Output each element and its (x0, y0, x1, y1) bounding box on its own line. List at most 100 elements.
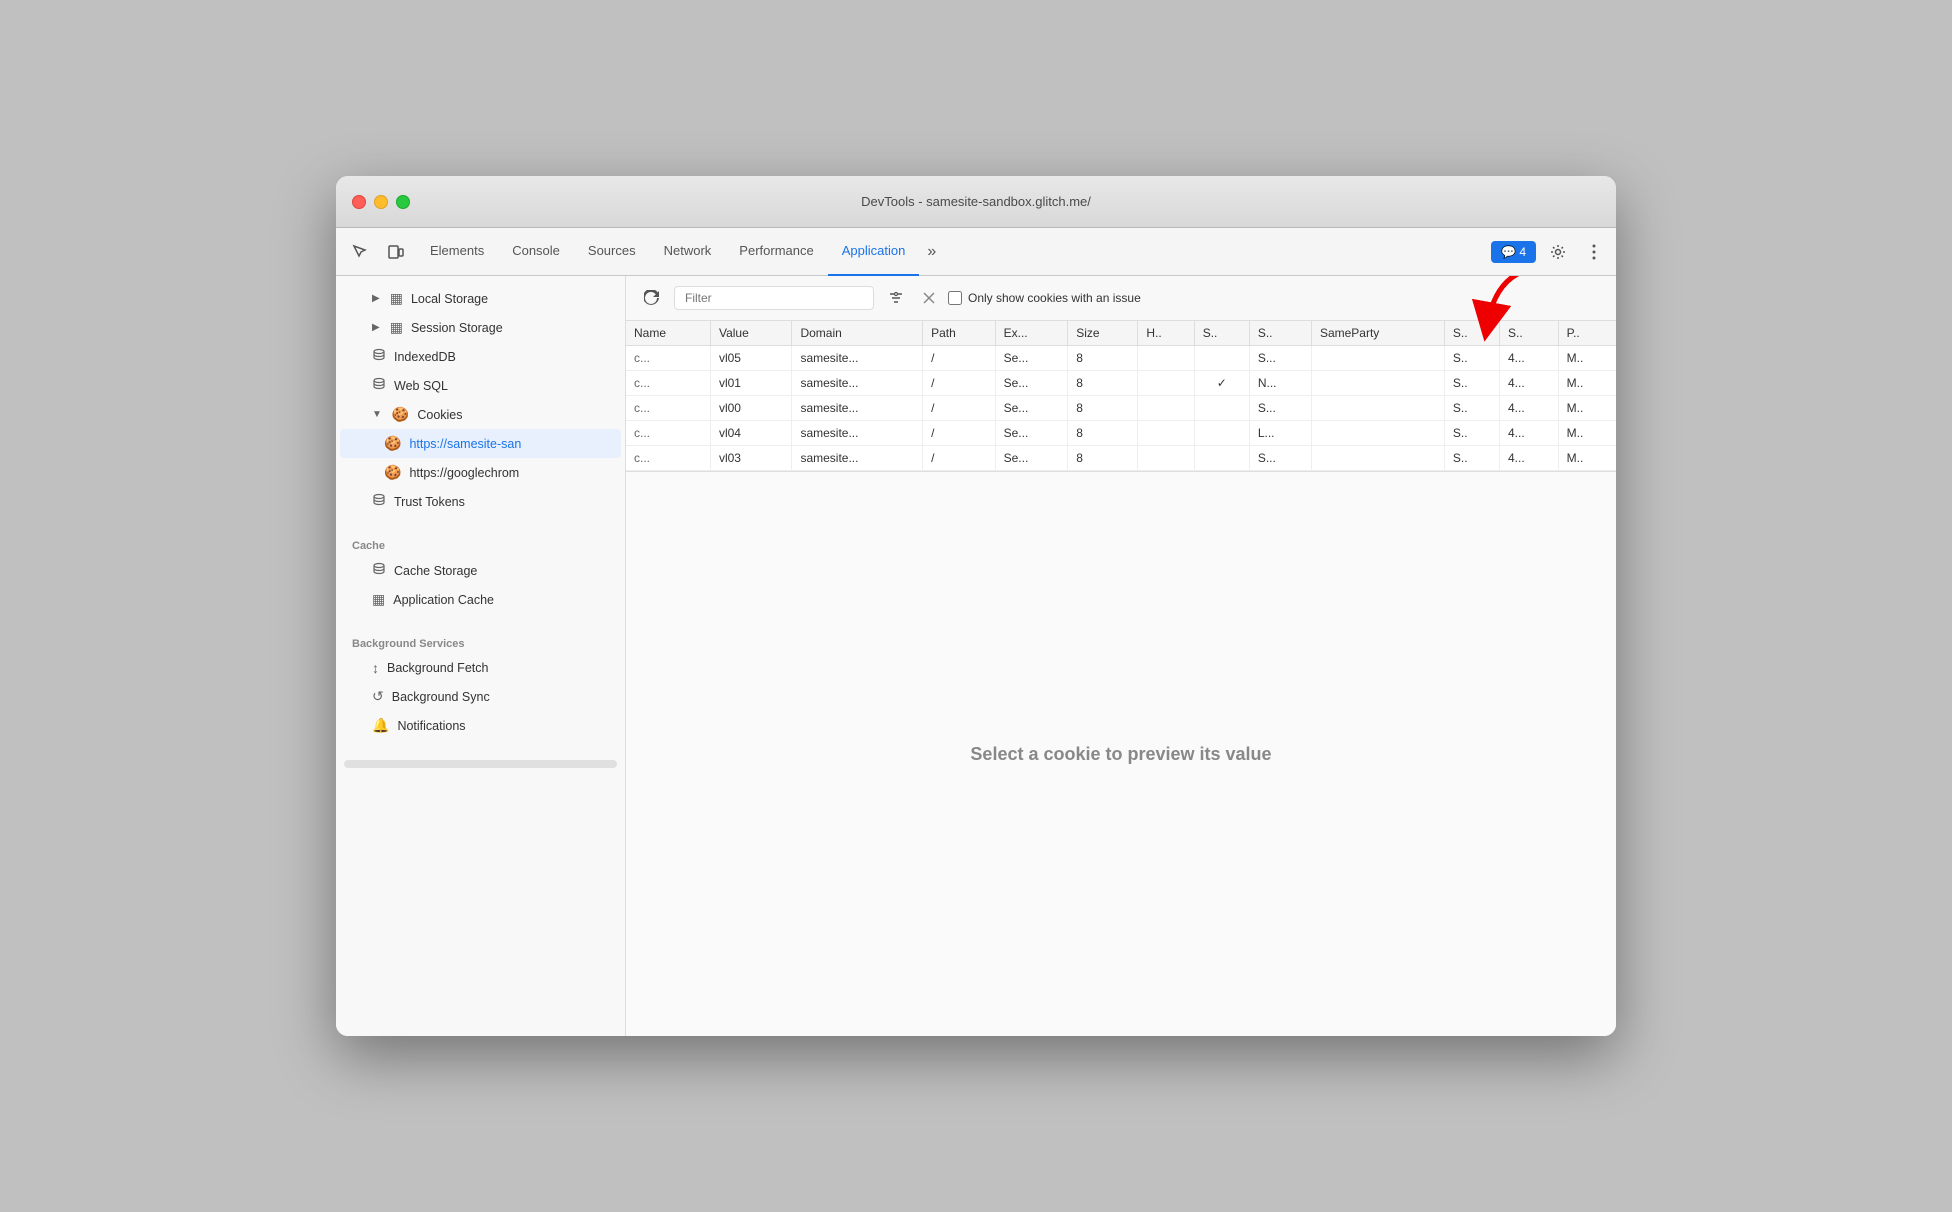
sidebar-label: Trust Tokens (394, 495, 465, 509)
table-row[interactable]: c...vl03samesite.../Se...8S...S..4...M.. (626, 446, 1616, 471)
col-expires-header[interactable]: Ex... (995, 321, 1068, 346)
local-storage-icon: ▦ (390, 290, 403, 307)
sidebar-item-cache-storage[interactable]: Cache Storage (340, 556, 621, 585)
cookie-table-wrapper: Name Value Domain Path Ex... Size H.. S.… (626, 321, 1616, 472)
notifications-icon: 🔔 (372, 717, 389, 734)
sidebar-label: https://samesite-san (409, 437, 521, 451)
tab-console[interactable]: Console (498, 228, 574, 276)
col-sameparty-header[interactable]: SameParty (1311, 321, 1444, 346)
window-title: DevTools - samesite-sandbox.glitch.me/ (861, 194, 1091, 209)
minimize-button[interactable] (374, 195, 388, 209)
settings-icon[interactable] (1544, 238, 1572, 266)
close-button[interactable] (352, 195, 366, 209)
sidebar-item-application-cache[interactable]: ▦ Application Cache (340, 585, 621, 614)
sidebar-label: Application Cache (393, 593, 494, 607)
toolbar-wrapper: Only show cookies with an issue (626, 276, 1616, 321)
col-secure-header[interactable]: S.. (1194, 321, 1249, 346)
more-tabs-button[interactable]: » (919, 228, 944, 276)
sidebar-label: Web SQL (394, 379, 448, 393)
only-issues-label[interactable]: Only show cookies with an issue (948, 291, 1141, 305)
tab-sources[interactable]: Sources (574, 228, 650, 276)
table-row[interactable]: c...vl00samesite.../Se...8S...S..4...M.. (626, 396, 1616, 421)
background-sync-icon: ↺ (372, 688, 384, 705)
sidebar-label: Cookies (417, 408, 462, 422)
inspect-icon[interactable] (344, 236, 376, 268)
only-issues-checkbox[interactable] (948, 291, 962, 305)
refresh-button[interactable] (638, 284, 666, 312)
collapse-arrow-icon: ▼ (372, 409, 382, 420)
sidebar-item-indexeddb[interactable]: IndexedDB (340, 342, 621, 371)
tabbar-right: 💬 4 (1491, 238, 1608, 266)
sidebar-label: Background Sync (392, 690, 490, 704)
sidebar-item-background-sync[interactable]: ↺ Background Sync (340, 682, 621, 711)
filter-options-icon[interactable] (882, 284, 910, 312)
cache-section-header: Cache (336, 528, 625, 556)
cookies-icon: 🍪 (392, 406, 409, 423)
sidebar: ▶ ▦ Local Storage ▶ ▦ Session Storage In… (336, 276, 626, 1036)
bg-services-section-header: Background Services (336, 626, 625, 654)
cookie-table: Name Value Domain Path Ex... Size H.. S.… (626, 321, 1616, 471)
col-name-header[interactable]: Name (626, 321, 710, 346)
table-header-row: Name Value Domain Path Ex... Size H.. S.… (626, 321, 1616, 346)
col-samesite-header[interactable]: S.. (1249, 321, 1311, 346)
session-storage-icon: ▦ (390, 319, 403, 336)
tab-application[interactable]: Application (828, 228, 920, 276)
content-area: Only show cookies with an issue (626, 276, 1616, 1036)
toolbar: Only show cookies with an issue (626, 276, 1616, 321)
indexeddb-icon (372, 348, 386, 365)
titlebar: DevTools - samesite-sandbox.glitch.me/ (336, 176, 1616, 228)
sidebar-label: Notifications (397, 719, 465, 733)
sidebar-label: Cache Storage (394, 564, 477, 578)
device-icon[interactable] (380, 236, 412, 268)
sidebar-label: IndexedDB (394, 350, 456, 364)
col-s3-header[interactable]: S.. (1444, 321, 1499, 346)
table-row[interactable]: c...vl05samesite.../Se...8S...S..4...M.. (626, 346, 1616, 371)
sidebar-item-session-storage[interactable]: ▶ ▦ Session Storage (340, 313, 621, 342)
sidebar-item-googlechrome-cookie[interactable]: 🍪 https://googlechrom (340, 458, 621, 487)
sidebar-item-notifications[interactable]: 🔔 Notifications (340, 711, 621, 740)
sidebar-label: Background Fetch (387, 661, 488, 675)
main-layout: ▶ ▦ Local Storage ▶ ▦ Session Storage In… (336, 276, 1616, 1036)
maximize-button[interactable] (396, 195, 410, 209)
cookie-entry-icon: 🍪 (384, 435, 401, 452)
preview-placeholder-text: Select a cookie to preview its value (970, 744, 1271, 765)
col-domain-header[interactable]: Domain (792, 321, 923, 346)
col-s4-header[interactable]: S.. (1500, 321, 1559, 346)
application-cache-icon: ▦ (372, 591, 385, 608)
collapse-arrow-icon: ▶ (372, 293, 380, 304)
sidebar-item-websql[interactable]: Web SQL (340, 371, 621, 400)
cookie-entry-icon: 🍪 (384, 464, 401, 481)
col-value-header[interactable]: Value (710, 321, 791, 346)
collapse-arrow-icon: ▶ (372, 322, 380, 333)
cache-storage-icon (372, 562, 386, 579)
col-path-header[interactable]: Path (923, 321, 996, 346)
sidebar-scrollbar[interactable] (344, 760, 617, 768)
filter-input[interactable] (674, 286, 874, 310)
traffic-lights (336, 195, 410, 209)
clear-filter-icon[interactable] (918, 287, 940, 309)
sidebar-item-background-fetch[interactable]: ↕ Background Fetch (340, 654, 621, 682)
sidebar-label: https://googlechrom (409, 466, 519, 480)
sidebar-label: Session Storage (411, 321, 503, 335)
col-size-header[interactable]: Size (1068, 321, 1138, 346)
chat-button[interactable]: 💬 4 (1491, 241, 1536, 263)
background-fetch-icon: ↕ (372, 660, 379, 676)
preview-area: Select a cookie to preview its value (626, 472, 1616, 1036)
tabbar: Elements Console Sources Network Perform… (336, 228, 1616, 276)
sidebar-label: Local Storage (411, 292, 488, 306)
table-row[interactable]: c...vl01samesite.../Se...8✓N...S..4...M.… (626, 371, 1616, 396)
sidebar-item-local-storage[interactable]: ▶ ▦ Local Storage (340, 284, 621, 313)
sidebar-item-cookies[interactable]: ▼ 🍪 Cookies (340, 400, 621, 429)
trust-tokens-icon (372, 493, 386, 510)
tab-performance[interactable]: Performance (725, 228, 827, 276)
tab-network[interactable]: Network (650, 228, 726, 276)
websql-icon (372, 377, 386, 394)
devtools-window: DevTools - samesite-sandbox.glitch.me/ E… (336, 176, 1616, 1036)
sidebar-item-trust-tokens[interactable]: Trust Tokens (340, 487, 621, 516)
col-httponly-header[interactable]: H.. (1138, 321, 1194, 346)
table-row[interactable]: c...vl04samesite.../Se...8L...S..4...M.. (626, 421, 1616, 446)
more-options-icon[interactable] (1580, 238, 1608, 266)
sidebar-item-samesite-cookie[interactable]: 🍪 https://samesite-san (340, 429, 621, 458)
tab-elements[interactable]: Elements (416, 228, 498, 276)
col-p-header[interactable]: P.. (1558, 321, 1616, 346)
